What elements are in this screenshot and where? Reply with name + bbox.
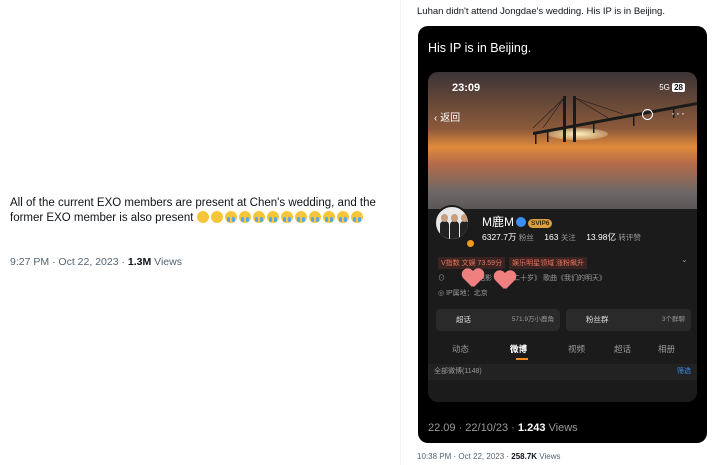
- profile-cover-image: 23:09 5G 28 ‹ 返回 ···: [428, 72, 697, 222]
- community-cards: 超话 571.9万小鹿角 粉丝群 3个群聊: [436, 309, 691, 331]
- ip-location-text: IP属地：北京: [446, 290, 488, 297]
- reposts-label: 转评赞: [618, 233, 641, 242]
- back-button[interactable]: ‹ 返回: [434, 109, 460, 124]
- super-topic-sub: 571.9万小鹿角: [511, 316, 554, 323]
- avatar-person: [450, 221, 459, 239]
- chevron-down-icon[interactable]: ⌄: [681, 255, 688, 264]
- tag-row: V指数 文娱 73.59分 娱乐明星领域 涨粉飙升: [438, 257, 591, 269]
- column-divider: [400, 0, 401, 465]
- profile-name: M鹿M: [482, 215, 514, 229]
- crying-face-icon: [294, 211, 307, 223]
- followers-label: 粉丝: [518, 233, 534, 242]
- heart-sticker-icon: [494, 271, 516, 291]
- left-tweet-time[interactable]: 9:27 PM · Oct 22, 2023 ·: [10, 256, 128, 268]
- left-tweet-views-label: Views: [151, 256, 182, 268]
- phone-time: 23:09: [452, 82, 481, 94]
- pleading-face-icon: [210, 211, 223, 223]
- ip-location: ◎ IP属地：北京: [438, 290, 488, 297]
- tab-activity[interactable]: 动态: [452, 343, 469, 355]
- search-icon[interactable]: [642, 109, 653, 120]
- signal-label: 5G: [659, 83, 670, 92]
- avatar-person-head: [461, 214, 468, 222]
- super-topic-label: 超话: [456, 315, 471, 324]
- verified-check-icon: [516, 217, 526, 227]
- active-tab-underline: [516, 358, 528, 360]
- right-tweet-caption: Luhan didn't attend Jongdae's wedding. H…: [417, 6, 665, 17]
- avatar-person-head: [441, 214, 448, 222]
- crying-face-icon: [336, 211, 349, 223]
- fan-group-sub: 3个群聊: [661, 316, 685, 323]
- crying-face-icon: [350, 211, 363, 223]
- right-tweet-views-count: 258.7K: [511, 452, 538, 461]
- more-options-icon[interactable]: ···: [671, 106, 686, 120]
- phone-status-bar: 5G 28: [659, 83, 685, 92]
- tab-album[interactable]: 相册: [658, 343, 675, 355]
- weibo-profile-screenshot: 23:09 5G 28 ‹ 返回 ··· M鹿M SVIP6 6327.7万 粉…: [428, 72, 697, 402]
- back-label: 返回: [440, 113, 461, 124]
- following-count[interactable]: 163: [544, 232, 558, 242]
- avatar-person: [440, 221, 449, 239]
- right-tweet-time[interactable]: 10:38 PM · Oct 22, 2023 ·: [417, 452, 511, 461]
- crying-face-icon: [266, 211, 279, 223]
- verified-v-icon: [466, 239, 475, 248]
- avatar[interactable]: [434, 205, 470, 241]
- video-title: His IP is in Beijing.: [428, 41, 532, 55]
- profile-tabs: 动态 微博 视频 超话 相册: [428, 343, 697, 363]
- right-tweet-views-label: Views: [537, 452, 561, 461]
- profile-stats: 6327.7万 粉丝 163 关注 13.98亿 转评赞: [482, 231, 649, 243]
- filter-button[interactable]: 筛选: [677, 364, 691, 380]
- profile-panel: M鹿M SVIP6 6327.7万 粉丝 163 关注 13.98亿 转评赞 V指…: [428, 205, 697, 402]
- fan-group-card[interactable]: 粉丝群 3个群聊: [566, 309, 691, 331]
- video-views-label: Views: [545, 422, 578, 434]
- all-posts-label[interactable]: 全部微博(1148): [434, 368, 482, 375]
- trending-tag[interactable]: 娱乐明星领域 涨粉飙升: [509, 257, 588, 269]
- video-stats-prefix: 22.09 · 22/10/23 ·: [428, 422, 518, 434]
- following-label: 关注: [560, 233, 576, 242]
- video-views-count: 1.243: [517, 422, 546, 434]
- tab-video[interactable]: 视频: [568, 343, 585, 355]
- crying-face-icon: [322, 211, 335, 223]
- crying-face-icon: [308, 211, 321, 223]
- video-player[interactable]: His IP is in Beijing. 23:09 5G 28 ‹ 返回 ·…: [418, 26, 707, 443]
- right-tweet-meta: 10:38 PM · Oct 22, 2023 · 258.7K Views: [417, 452, 561, 461]
- crying-face-icon: [252, 211, 265, 223]
- avatar-person: [460, 221, 468, 239]
- crying-face-icon: [238, 211, 251, 223]
- reposts-count: 13.98亿: [586, 232, 616, 242]
- tab-weibo[interactable]: 微博: [510, 343, 527, 355]
- crying-face-icon: [280, 211, 293, 223]
- bridge-silhouette-icon: [533, 96, 697, 144]
- all-posts-bar: 全部微博(1148) 筛选: [428, 364, 697, 380]
- super-topic-card[interactable]: 超话 571.9万小鹿角: [436, 309, 560, 331]
- left-tweet-meta: 9:27 PM · Oct 22, 2023 · 1.3M Views: [10, 256, 182, 268]
- fan-group-label: 粉丝群: [586, 315, 609, 324]
- pleading-face-icon: [196, 211, 209, 223]
- crying-face-icon: [224, 211, 237, 223]
- vip-badge: SVIP6: [528, 219, 553, 228]
- battery-icon: 28: [672, 83, 685, 92]
- emoji-row: [196, 211, 365, 224]
- left-tweet-views-count: 1.3M: [127, 256, 152, 268]
- left-tweet-text: All of the current EXO members are prese…: [10, 196, 398, 226]
- tab-super-topic[interactable]: 超话: [614, 343, 631, 355]
- avatar-person-head: [451, 214, 458, 222]
- followers-count[interactable]: 6327.7万: [482, 232, 517, 242]
- video-stats: 22.09 · 22/10/23 · 1.243 Views: [428, 422, 578, 434]
- profile-name-row: M鹿M SVIP6: [482, 213, 553, 230]
- v-index-tag[interactable]: V指数 文娱 73.59分: [438, 257, 506, 269]
- heart-sticker-icon: [462, 269, 484, 289]
